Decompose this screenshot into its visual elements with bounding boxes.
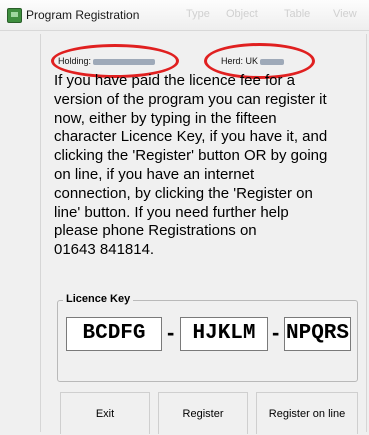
register-online-button[interactable]: Register on line (256, 392, 358, 434)
licence-key-separator-2: - (272, 320, 280, 345)
background-menu-item-view: View (333, 8, 357, 20)
register-button[interactable]: Register (158, 392, 248, 434)
exit-button[interactable]: Exit (60, 392, 150, 434)
licence-key-part-3-input[interactable]: NPQRS (284, 317, 351, 351)
title-bar: Program Registration Type Object Table V… (0, 0, 369, 31)
licence-key-separator-1: - (167, 320, 175, 345)
licence-key-part-2-input[interactable]: HJKLM (180, 317, 268, 351)
licence-key-legend: Licence Key (63, 293, 134, 305)
window-title: Program Registration (26, 8, 140, 22)
background-menu-item-object: Object (226, 8, 258, 20)
background-menu-item-type: Type (186, 8, 210, 20)
licence-key-part-1-input[interactable]: BCDFG (66, 317, 162, 351)
background-menu-item-table: Table (284, 8, 311, 20)
instructions-text: If you have paid the licence fee for a v… (54, 72, 328, 259)
app-icon (7, 8, 22, 23)
